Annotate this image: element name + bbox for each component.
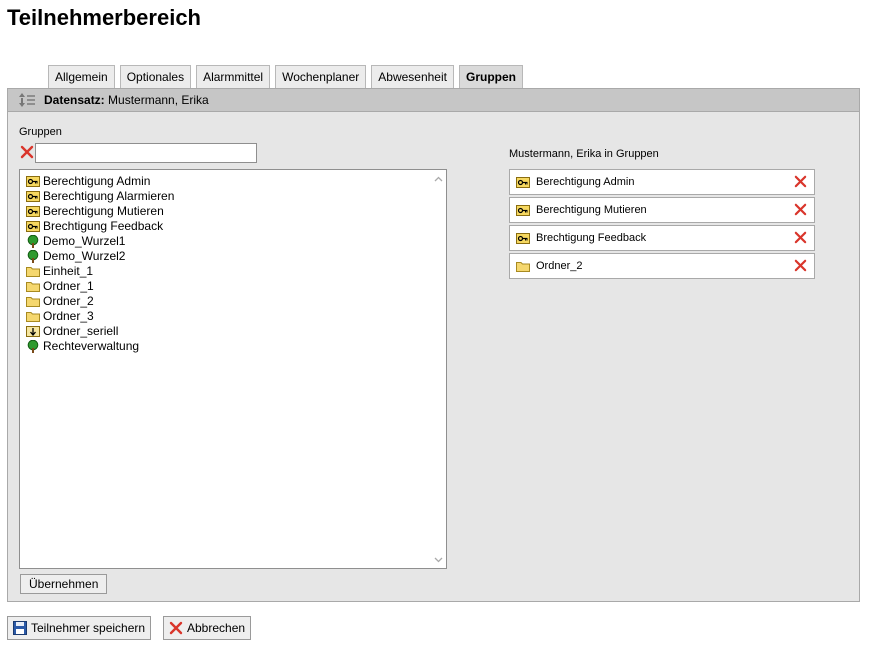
group-list-item[interactable]: Berechtigung Mutieren (20, 204, 446, 219)
folder-icon (26, 295, 40, 308)
scroll-down-icon[interactable] (434, 555, 443, 564)
folder-icon (26, 280, 40, 293)
assigned-group-row: Ordner_2 (509, 253, 815, 279)
group-list-item[interactable]: Ordner_3 (20, 309, 446, 324)
group-list[interactable]: Berechtigung Admin Berechtigung Alarmier… (19, 169, 447, 569)
assigned-group-row: Berechtigung Mutieren (509, 197, 815, 223)
remove-icon[interactable] (794, 203, 807, 216)
remove-icon[interactable] (794, 259, 807, 272)
tree-icon (26, 340, 40, 353)
key-icon (516, 204, 530, 217)
close-icon (169, 621, 183, 635)
assigned-groups-list: Berechtigung Admin Berechtigung Mutieren… (509, 169, 815, 281)
group-list-item[interactable]: Rechteverwaltung (20, 339, 446, 354)
apply-button[interactable]: Übernehmen (20, 574, 108, 594)
key-icon (516, 232, 530, 245)
key-icon (26, 220, 40, 233)
folder-icon (516, 260, 530, 273)
group-list-item[interactable]: Brechtigung Feedback (20, 219, 446, 234)
group-list-item[interactable]: Berechtigung Alarmieren (20, 189, 446, 204)
key-icon (26, 175, 40, 188)
tab-alarmmittel[interactable]: Alarmmittel (196, 65, 271, 88)
save-participant-button[interactable]: Teilnehmer speichern (7, 616, 152, 640)
assigned-group-row: Brechtigung Feedback (509, 225, 815, 251)
group-list-item[interactable]: Ordner_seriell (20, 324, 446, 339)
record-navigation-icon[interactable] (18, 91, 36, 109)
folder-icon (26, 265, 40, 278)
tree-icon (26, 250, 40, 263)
tab-abwesenheit[interactable]: Abwesenheit (371, 65, 454, 88)
group-list-item[interactable]: Einheit_1 (20, 264, 446, 279)
record-header: Datensatz: Mustermann, Erika (8, 89, 859, 112)
tab-optionales[interactable]: Optionales (119, 65, 192, 88)
record-label: Datensatz: (44, 93, 105, 107)
assigned-group-row: Berechtigung Admin (509, 169, 815, 195)
tree-icon (26, 235, 40, 248)
tab-wochenplaner[interactable]: Wochenplaner (275, 65, 367, 88)
key-icon (516, 176, 530, 189)
group-list-item[interactable]: Demo_Wurzel1 (20, 234, 446, 249)
floppy-disk-icon (13, 621, 27, 635)
group-filter-input[interactable] (35, 143, 257, 163)
folder-icon (26, 310, 40, 323)
group-list-item[interactable]: Ordner_2 (20, 294, 446, 309)
tab-bar: Allgemein Optionales Alarmmittel Wochenp… (48, 65, 523, 88)
cancel-button[interactable]: Abbrechen (163, 616, 252, 640)
remove-icon[interactable] (794, 175, 807, 188)
serial-folder-icon (26, 325, 40, 338)
groups-label: Gruppen (19, 126, 62, 138)
group-list-item[interactable]: Berechtigung Admin (20, 174, 446, 189)
tab-allgemein[interactable]: Allgemein (48, 65, 115, 88)
remove-icon[interactable] (794, 231, 807, 244)
groups-panel: Datensatz: Mustermann, Erika Gruppen Ber… (7, 88, 860, 602)
tab-gruppen[interactable]: Gruppen (458, 65, 523, 88)
scroll-up-icon[interactable] (434, 175, 443, 184)
record-value: Mustermann, Erika (108, 93, 209, 107)
page-title: Teilnehmerbereich (7, 5, 201, 30)
group-list-item[interactable]: Demo_Wurzel2 (20, 249, 446, 264)
clear-filter-icon[interactable] (20, 145, 34, 159)
assigned-groups-label: Mustermann, Erika in Gruppen (509, 148, 659, 160)
key-icon (26, 205, 40, 218)
group-list-item[interactable]: Ordner_1 (20, 279, 446, 294)
key-icon (26, 190, 40, 203)
